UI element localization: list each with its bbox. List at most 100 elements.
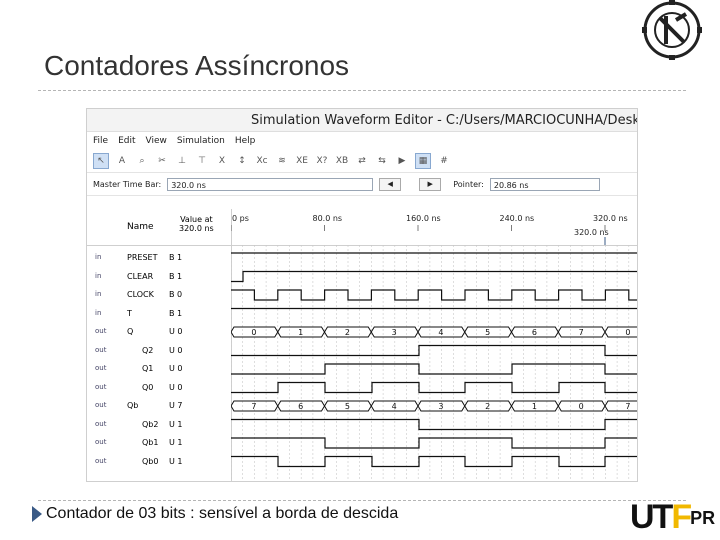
output-bus-icon: out <box>95 401 107 409</box>
bus-value: 4 <box>392 402 397 411</box>
signal-name: Q1 <box>142 364 154 373</box>
slide-title: Contadores Assíncronos <box>44 50 350 81</box>
signal-row-qb0[interactable]: out Qb0 U 1 <box>87 453 231 471</box>
toolbar: ↖ A ⌕ ✂ ⊥ ⊤ X ↕ Xc ≋ XE X? XB ⇄ ⇆ ▶ ▦ # <box>87 150 637 173</box>
waveform-trace <box>231 437 637 449</box>
signal-row-q1[interactable]: out Q1 U 0 <box>87 360 231 378</box>
cut-icon[interactable]: ✂ <box>155 154 169 168</box>
signal-name: T <box>127 308 132 318</box>
waveform-low-icon[interactable]: ⊥ <box>175 154 189 168</box>
input-pin-icon: in <box>95 271 102 280</box>
menu-simulation[interactable]: Simulation <box>177 136 225 146</box>
bus-value: 6 <box>298 402 303 411</box>
waveform-trace <box>231 363 637 375</box>
time-tick-label: 0 ps <box>232 214 249 223</box>
pointer-field[interactable]: 20.86 ns <box>489 177 600 191</box>
signal-name: CLOCK <box>127 290 154 299</box>
signal-value: U 0 <box>169 382 183 392</box>
signal-value: U 1 <box>169 438 183 447</box>
bus-segment <box>604 326 637 338</box>
signal-row-qb2[interactable]: out Qb2 U 1 <box>87 416 231 434</box>
name-column-header: Name <box>127 222 154 232</box>
signal-row-clock[interactable]: in CLOCK B 0 <box>87 286 231 304</box>
bus-value: 7 <box>251 402 256 411</box>
output-pin-icon: out <box>95 456 107 465</box>
waveform-trace <box>231 344 637 357</box>
signal-row-clear[interactable]: in CLEAR B 1 <box>87 268 231 286</box>
menu-help[interactable]: Help <box>235 136 256 146</box>
window-title: Simulation Waveform Editor - C:/Users/MA… <box>251 112 638 128</box>
force-value-icon[interactable]: X <box>215 154 229 168</box>
signal-value: U 1 <box>169 456 183 466</box>
count-value-icon[interactable]: Xc <box>255 154 269 168</box>
slide-caption: Contador de 03 bits : sensível a borda d… <box>32 505 398 523</box>
signal-row-q[interactable]: out Q U 0 <box>87 323 231 341</box>
window-titlebar: Simulation Waveform Editor - C:/Users/MA… <box>87 109 637 132</box>
bottom-divider <box>38 500 686 501</box>
signal-row-qb[interactable]: out Qb U 7 <box>87 397 231 415</box>
signal-row-preset[interactable]: in PRESET B 1 <box>87 249 231 267</box>
simulate-timing-icon[interactable]: ⇆ <box>375 154 389 168</box>
bus-value: 2 <box>345 328 350 337</box>
signal-value: U 0 <box>169 364 183 373</box>
output-pin-icon: out <box>95 382 107 391</box>
output-pin-icon: out <box>95 364 107 372</box>
signal-row-t[interactable]: in T B 1 <box>87 305 231 323</box>
bus-value: 1 <box>532 402 537 411</box>
caption-text: Contador de 03 bits : sensível a borda d… <box>46 505 399 522</box>
menu-edit[interactable]: Edit <box>118 136 135 146</box>
time-tick-label: 80.0 ns <box>313 214 343 223</box>
signal-name: CLEAR <box>127 271 154 281</box>
waveform-grid: Name Value at 320.0 ns in PRESET B 1 in CLEA… <box>87 209 637 481</box>
signal-value: B 1 <box>169 308 183 318</box>
menu-view[interactable]: View <box>146 136 167 146</box>
bus-value: 0 <box>579 402 584 411</box>
bullet-arrow-icon <box>32 506 42 522</box>
master-time-bar-field[interactable]: 320.0 ns <box>167 177 374 191</box>
clock-value-icon[interactable]: XB <box>335 154 349 168</box>
random-value-icon[interactable]: XE <box>295 154 309 168</box>
waveform-trace <box>231 455 637 468</box>
signal-row-qb1[interactable]: out Qb1 U 1 <box>87 434 231 452</box>
institution-seal-logo <box>642 0 702 60</box>
bus-value: 1 <box>298 328 303 337</box>
signal-value: U 7 <box>169 401 183 410</box>
bus-segment <box>604 400 637 412</box>
clock-icon[interactable]: ≋ <box>275 154 289 168</box>
run-simulation-icon[interactable]: ▶ <box>395 154 409 168</box>
simulation-waveform-editor-window: Simulation Waveform Editor - C:/Users/MA… <box>86 108 638 482</box>
signal-name: PRESET <box>127 253 158 262</box>
next-transition-button[interactable]: ▶ <box>419 177 442 191</box>
waveform-trace <box>231 270 637 283</box>
utfpr-logo: UTFPR <box>630 498 716 536</box>
bus-value: 2 <box>485 402 490 411</box>
menu-file[interactable]: File <box>93 136 108 146</box>
invert-icon[interactable]: ↕ <box>235 154 249 168</box>
selection-tool-icon[interactable]: ↖ <box>93 153 109 169</box>
text-tool-icon[interactable]: A <box>115 154 129 168</box>
waveform-canvas[interactable]: 0 ps 80.0 ns 160.0 ns 240.0 ns 320.0 ns 320.0… <box>231 209 637 481</box>
snap-grid-icon[interactable]: ▦ <box>415 153 431 169</box>
simulate-functional-icon[interactable]: ⇄ <box>355 154 369 168</box>
waveform-high-icon[interactable]: ⊤ <box>195 154 209 168</box>
signal-name: Q2 <box>142 345 154 355</box>
signal-name: Qb2 <box>142 419 159 429</box>
signal-name: Q <box>127 327 134 336</box>
bus-value: 7 <box>579 328 584 337</box>
zoom-tool-icon[interactable]: ⌕ <box>135 154 149 168</box>
signal-value: B 1 <box>169 271 183 281</box>
value-header-line2: 320.0 ns <box>179 224 214 233</box>
grid-icon[interactable]: # <box>437 154 451 168</box>
value-header-line1: Value at <box>180 215 213 224</box>
bus-value: 4 <box>438 328 443 337</box>
time-tick-label: 240.0 ns <box>500 214 535 223</box>
signal-row-q2[interactable]: out Q2 U 0 <box>87 342 231 360</box>
arbitrary-value-icon[interactable]: X? <box>315 154 329 168</box>
bus-value: 5 <box>345 402 350 411</box>
input-pin-icon: in <box>95 290 102 298</box>
signal-value: U 1 <box>169 419 183 429</box>
output-pin-icon: out <box>95 345 107 354</box>
previous-transition-button[interactable]: ◀ <box>379 177 402 191</box>
signal-row-q0[interactable]: out Q0 U 0 <box>87 379 231 397</box>
time-bar: Master Time Bar: 320.0 ns ◀ ▶ Pointer: 2… <box>87 173 637 196</box>
